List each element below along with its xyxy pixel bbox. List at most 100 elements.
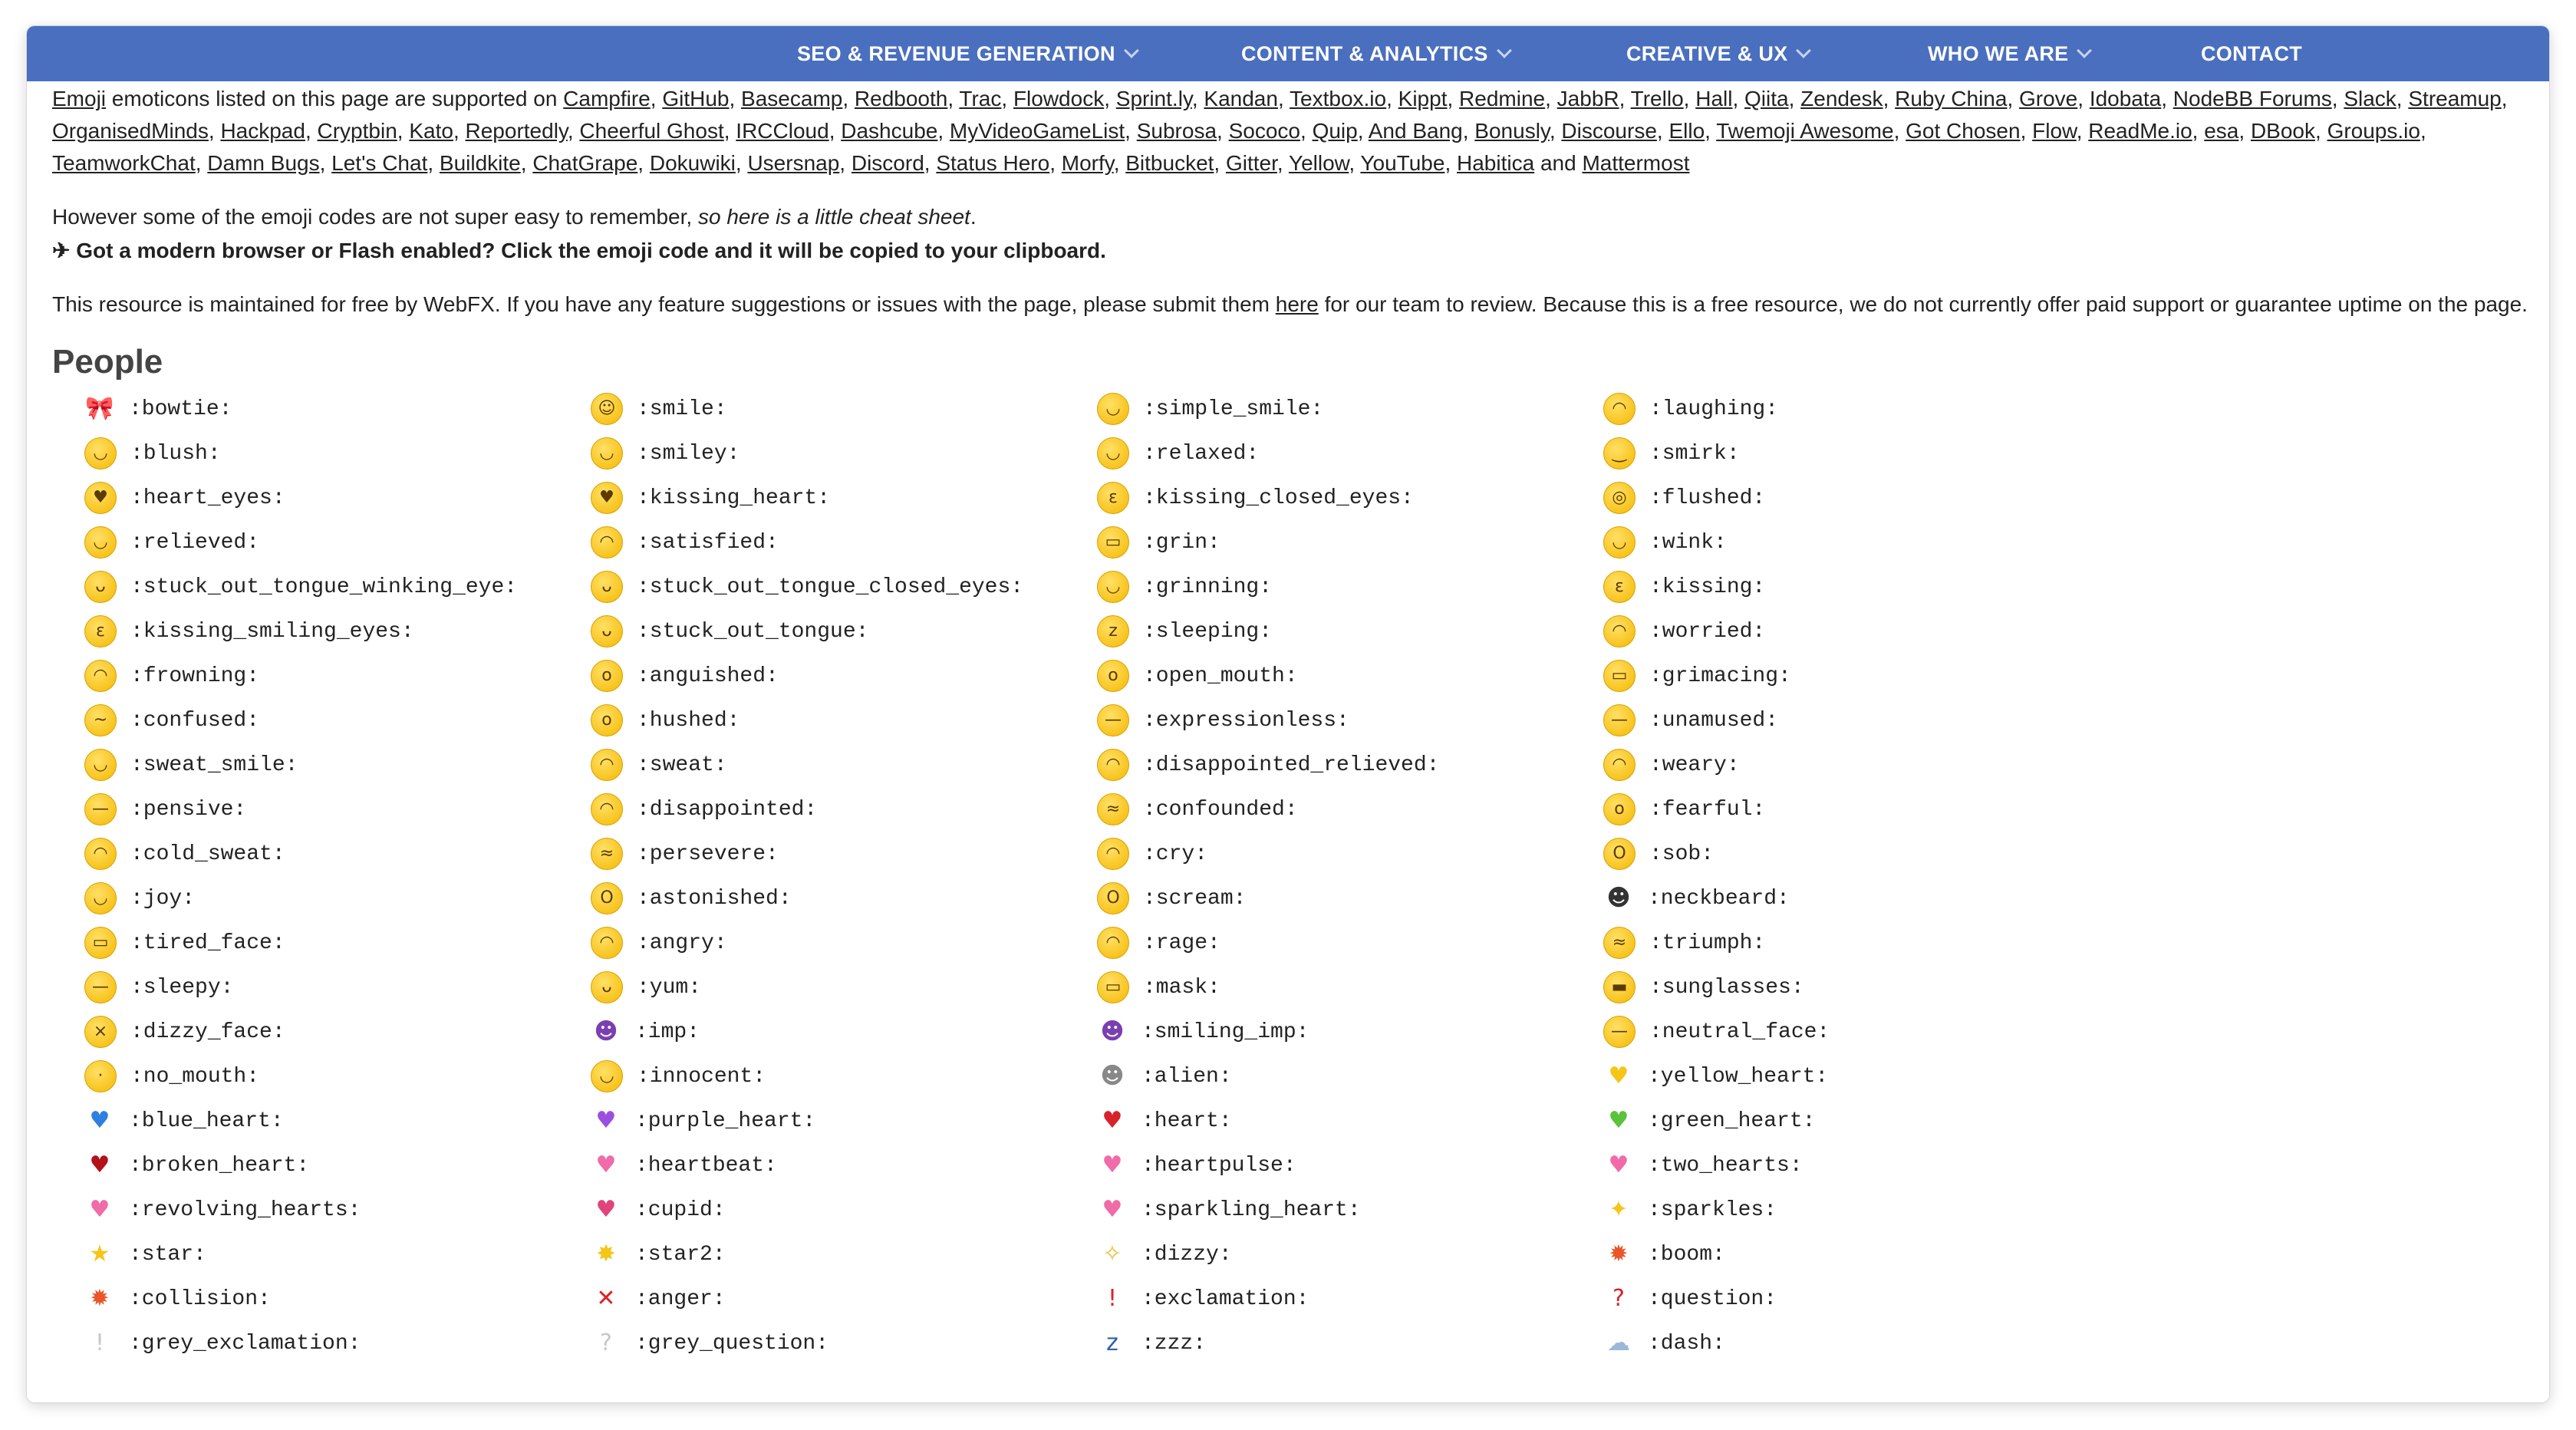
emoji-entry[interactable]: ✕:anger: — [591, 1277, 1097, 1321]
emoji-entry[interactable]: o:open_mouth: — [1097, 654, 1603, 698]
emoji-code[interactable]: :heartpulse: — [1141, 1154, 1296, 1178]
emoji-entry[interactable]: O:sob: — [1603, 832, 2110, 876]
emoji-code[interactable]: :sweat_smile: — [130, 753, 298, 777]
service-link[interactable]: Bonusly — [1474, 119, 1550, 143]
emoji-entry[interactable]: ★:star: — [84, 1232, 591, 1277]
emoji-code[interactable]: :neutral_face: — [1649, 1020, 1830, 1044]
emoji-code[interactable]: :broken_heart: — [129, 1154, 309, 1178]
emoji-code[interactable]: :two_hearts: — [1648, 1154, 1803, 1178]
emoji-entry[interactable]: ?:question: — [1603, 1277, 2110, 1321]
emoji-code[interactable]: :collision: — [129, 1287, 271, 1311]
emoji-code[interactable]: :exclamation: — [1141, 1287, 1309, 1311]
service-link[interactable]: Cheerful Ghost — [579, 119, 723, 143]
emoji-code[interactable]: :persevere: — [637, 842, 779, 866]
emoji-code[interactable]: :purple_heart: — [635, 1109, 815, 1133]
emoji-code[interactable]: :smile: — [637, 397, 727, 421]
emoji-code[interactable]: :rage: — [1143, 931, 1220, 955]
emoji-code[interactable]: :relieved: — [130, 531, 259, 555]
service-link[interactable]: Hall — [1695, 87, 1732, 110]
service-link[interactable]: Mattermost — [1582, 151, 1689, 175]
service-link[interactable]: Flow — [2032, 119, 2077, 143]
emoji-code[interactable]: :kissing_closed_eyes: — [1143, 486, 1414, 510]
emoji-code[interactable]: :heartbeat: — [635, 1154, 777, 1178]
service-link[interactable]: Sprint.ly — [1116, 87, 1192, 110]
nav-item-content-analytics[interactable]: CONTENT & ANALYTICS — [1241, 26, 1512, 81]
service-link[interactable]: Grove — [2019, 87, 2077, 110]
service-link[interactable]: Ruby China — [1895, 87, 2007, 110]
emoji-entry[interactable]: !:exclamation: — [1097, 1277, 1603, 1321]
service-link[interactable]: Redmine — [1459, 87, 1545, 110]
emoji-code[interactable]: :smiling_imp: — [1141, 1020, 1309, 1044]
emoji-code[interactable]: :joy: — [130, 887, 195, 911]
emoji-code[interactable]: :confounded: — [1143, 798, 1298, 822]
emoji-code[interactable]: :anguished: — [637, 664, 779, 688]
emoji-code[interactable]: :blue_heart: — [129, 1109, 284, 1133]
emoji-entry[interactable]: —:sleepy: — [84, 965, 591, 1010]
service-link[interactable]: ReadMe.io — [2088, 119, 2192, 143]
service-link[interactable]: Sococo — [1229, 119, 1300, 143]
emoji-entry[interactable]: ▭:grin: — [1097, 520, 1603, 565]
emoji-entry[interactable]: ᴗ:stuck_out_tongue: — [591, 609, 1097, 654]
emoji-entry[interactable]: z:zzz: — [1097, 1321, 1603, 1366]
emoji-code[interactable]: :grimacing: — [1649, 664, 1791, 688]
service-link[interactable]: Streamup — [2408, 87, 2501, 110]
emoji-entry[interactable]: ♥:two_hearts: — [1603, 1143, 2110, 1188]
emoji-entry[interactable]: O:astonished: — [591, 876, 1097, 921]
emoji-code[interactable]: :grey_question: — [635, 1332, 828, 1356]
emoji-code[interactable]: :cry: — [1143, 842, 1207, 866]
emoji-entry[interactable]: ✹:boom: — [1603, 1232, 2110, 1277]
emoji-code[interactable]: :dizzy: — [1141, 1243, 1232, 1267]
emoji-entry[interactable]: ◡:blush: — [84, 431, 591, 476]
emoji-code[interactable]: :smirk: — [1649, 442, 1740, 466]
emoji-entry[interactable]: ♥:heartpulse: — [1097, 1143, 1603, 1188]
emoji-entry[interactable]: o:fearful: — [1603, 787, 2110, 832]
service-link[interactable]: Redbooth — [855, 87, 947, 110]
service-link[interactable]: Campfire — [563, 87, 651, 110]
emoji-code[interactable]: :dizzy_face: — [130, 1020, 285, 1044]
emoji-code[interactable]: :disappointed_relieved: — [1143, 753, 1439, 777]
nav-item-contact[interactable]: CONTACT — [2201, 26, 2302, 81]
emoji-code[interactable]: :mask: — [1143, 976, 1220, 1000]
emoji-entry[interactable]: ☻:imp: — [591, 1010, 1097, 1054]
service-link[interactable]: Dashcube — [841, 119, 937, 143]
emoji-entry[interactable]: ✧:dizzy: — [1097, 1232, 1603, 1277]
emoji-entry[interactable]: ◎:flushed: — [1603, 476, 2110, 520]
nav-item-who-we-are[interactable]: WHO WE ARE — [1928, 26, 2093, 81]
service-link[interactable]: Cryptbin — [318, 119, 397, 143]
emoji-entry[interactable]: ◡:wink: — [1603, 520, 2110, 565]
emoji-code[interactable]: :disappointed: — [637, 798, 817, 822]
emoji-code[interactable]: :neckbeard: — [1648, 887, 1790, 911]
emoji-link[interactable]: Emoji — [52, 87, 106, 110]
emoji-code[interactable]: :open_mouth: — [1143, 664, 1298, 688]
emoji-code[interactable]: :frowning: — [130, 664, 259, 688]
emoji-entry[interactable]: ◠:frowning: — [84, 654, 591, 698]
emoji-code[interactable]: :kissing_smiling_eyes: — [130, 620, 414, 644]
emoji-entry[interactable]: ◡:sweat_smile: — [84, 743, 591, 787]
feedback-link[interactable]: here — [1276, 292, 1319, 316]
emoji-entry[interactable]: —:expressionless: — [1097, 698, 1603, 743]
emoji-code[interactable]: :smiley: — [637, 442, 740, 466]
service-link[interactable]: Let's Chat — [331, 151, 427, 175]
service-link[interactable]: Habitica — [1457, 151, 1534, 175]
emoji-entry[interactable]: ◡:relaxed: — [1097, 431, 1603, 476]
emoji-entry[interactable]: ♥:revolving_hearts: — [84, 1188, 591, 1232]
emoji-entry[interactable]: ×:dizzy_face: — [84, 1010, 591, 1054]
emoji-code[interactable]: :anger: — [635, 1287, 726, 1311]
emoji-code[interactable]: :relaxed: — [1143, 442, 1259, 466]
emoji-entry[interactable]: ‿:smirk: — [1603, 431, 2110, 476]
emoji-entry[interactable]: ☻:alien: — [1097, 1054, 1603, 1099]
emoji-entry[interactable]: ✹:collision: — [84, 1277, 591, 1321]
service-link[interactable]: TeamworkChat — [52, 151, 196, 175]
emoji-entry[interactable]: ☁:dash: — [1603, 1321, 2110, 1366]
emoji-entry[interactable]: ◡:grinning: — [1097, 565, 1603, 609]
emoji-entry[interactable]: ᴗ:stuck_out_tongue_winking_eye: — [84, 565, 591, 609]
emoji-entry[interactable]: ◠:weary: — [1603, 743, 2110, 787]
service-link[interactable]: Got Chosen — [1906, 119, 2020, 143]
emoji-code[interactable]: :simple_smile: — [1143, 397, 1323, 421]
emoji-code[interactable]: :worried: — [1649, 620, 1765, 644]
service-link[interactable]: Flowdock — [1013, 87, 1104, 110]
emoji-code[interactable]: :cold_sweat: — [130, 842, 285, 866]
service-link[interactable]: Hackpad — [220, 119, 305, 143]
emoji-entry[interactable]: ◡:smiley: — [591, 431, 1097, 476]
emoji-code[interactable]: :confused: — [130, 709, 259, 733]
